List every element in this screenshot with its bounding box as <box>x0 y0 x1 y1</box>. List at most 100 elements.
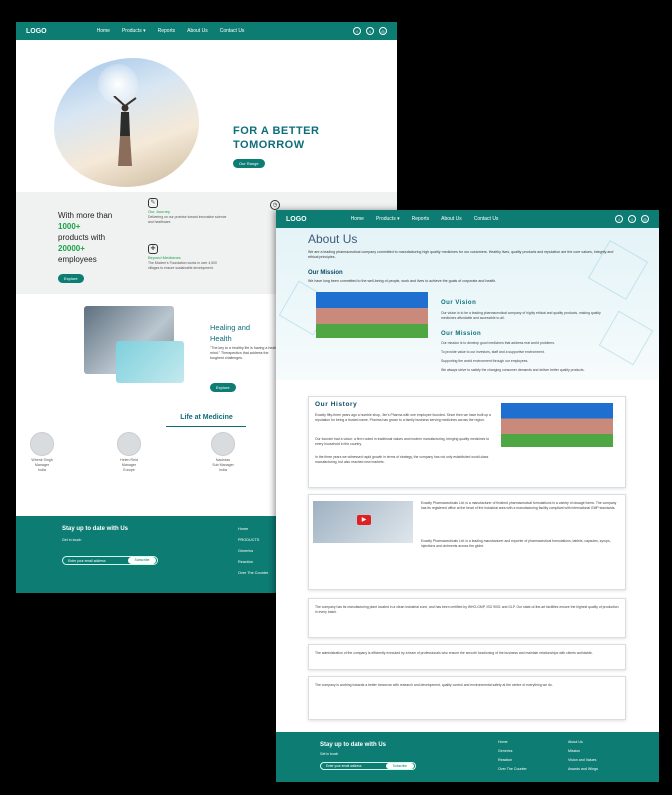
subscribe-button[interactable]: Subscribe <box>386 763 414 769</box>
footer-links: Home PRODUCTS Generics Reaction Over The… <box>238 524 268 579</box>
info-card: The company has its manufacturing plant … <box>308 598 626 638</box>
building-image <box>316 292 428 338</box>
stats-line3: products with <box>58 233 106 242</box>
footer-link[interactable]: Generics <box>238 546 268 557</box>
facebook-icon[interactable]: f <box>615 215 623 223</box>
feature-title: Our Journey <box>148 209 171 214</box>
twitter-icon[interactable]: t <box>366 27 374 35</box>
feature-journey: ✎ Our Journey Delivering on our promise … <box>148 198 228 224</box>
footer-link[interactable]: Mission <box>568 747 598 756</box>
mission-point: Supporting the world environment through… <box>441 359 529 363</box>
stats-line5: employees <box>58 255 97 264</box>
footer-link[interactable]: Reaction <box>498 756 527 765</box>
nav-link-products[interactable]: Products ▾ <box>122 28 146 34</box>
hero-title-line1: FOR A BETTER <box>233 125 320 137</box>
nav-link-home[interactable]: Home <box>351 216 364 222</box>
social-icons: f t ◎ <box>615 215 649 223</box>
about-intro: We are a leading pharmaceutical company … <box>308 250 614 259</box>
subscribe-button[interactable]: Subscribe <box>128 557 156 564</box>
person-place: Europe <box>123 468 135 472</box>
hero-title: FOR A BETTER TOMORROW <box>233 124 319 152</box>
hero-image <box>54 58 199 187</box>
social-icons: f t ◎ <box>353 27 387 35</box>
footer-link[interactable]: Generics <box>498 747 527 756</box>
healing-title-line2: Health <box>210 334 232 343</box>
hero-title-line2: TOMORROW <box>233 139 305 151</box>
our-mission-text: We have long been committed to the well-… <box>308 279 497 283</box>
footer-link[interactable]: About Us <box>568 738 598 747</box>
feature-text: The Modern's Foundation works in over 4,… <box>148 261 217 270</box>
feature-beyond-medicines: ✚ Beyond Medicines The Modern's Foundati… <box>148 244 228 270</box>
medicine-icon: ✚ <box>148 244 158 254</box>
screenshot-frame: LOGO Home Products ▾ Reports About Us Co… <box>0 0 672 795</box>
feature-text: Delivering on our promise toward innovat… <box>148 215 227 224</box>
footer-subtitle: Get in touch <box>320 752 339 756</box>
healing-text: "The key to a healthy life is having a h… <box>210 346 280 360</box>
footer-title: Stay up to date with Us <box>62 526 129 532</box>
title-divider <box>166 426 246 427</box>
nav-link-contact[interactable]: Contact Us <box>474 216 499 222</box>
journey-icon: ✎ <box>148 198 158 208</box>
logo[interactable]: LOGO <box>286 216 307 223</box>
clock-icon: ◷ <box>270 200 280 210</box>
our-range-button[interactable]: Our Range <box>233 159 265 168</box>
footer-title: Stay up to date with Us <box>320 742 387 748</box>
video-thumbnail[interactable]: ▶ <box>313 501 413 543</box>
nav-link-contact[interactable]: Contact Us <box>220 28 245 34</box>
person-place: India <box>219 468 227 472</box>
nav-link-about[interactable]: About Us <box>441 216 462 222</box>
page-title: About Us <box>308 232 358 246</box>
vision-text: Our vision is to be a leading pharmaceut… <box>441 311 601 320</box>
nav-links: Home Products ▾ Reports About Us Contact… <box>97 28 353 34</box>
play-icon[interactable]: ▶ <box>357 515 371 525</box>
footer-link[interactable]: Over The Counter <box>238 568 268 579</box>
avatar <box>30 432 54 456</box>
healing-explore-button[interactable]: Explore <box>210 383 236 392</box>
mission-point: Our mission is to develop good medicines… <box>441 341 555 345</box>
top-nav: LOGO Home Products ▾ Reports About Us Co… <box>16 22 397 40</box>
footer-link[interactable]: Home <box>498 738 527 747</box>
video-card: ▶ Exactly Pharmaceuticals Ltd. is a manu… <box>308 494 626 590</box>
footer-link[interactable]: PRODUCTS <box>238 535 268 546</box>
nav-link-about[interactable]: About Us <box>187 28 208 34</box>
nav-link-home[interactable]: Home <box>97 28 110 34</box>
footer-link[interactable]: Vision and Values <box>568 756 598 765</box>
avatar <box>211 432 235 456</box>
page-about-us: LOGO Home Products ▾ Reports About Us Co… <box>276 210 659 782</box>
mission-point: We always strive to satisfy the changing… <box>441 368 585 372</box>
hero-section: FOR A BETTER TOMORROW Our Range <box>16 40 397 192</box>
footer: Stay up to date with Us Get in touch Ent… <box>276 732 659 782</box>
stats-employees-count: 20000+ <box>58 244 85 253</box>
nav-link-reports[interactable]: Reports <box>158 28 176 34</box>
footer-link[interactable]: Awards and Wings <box>568 765 598 774</box>
person-card[interactable]: Nachdas Sub Manager India <box>203 432 243 473</box>
about-band: About Us We are a leading pharmaceutical… <box>276 228 659 380</box>
footer-link[interactable]: Reaction <box>238 557 268 568</box>
info-card-text: The administration of the company is eff… <box>315 651 593 655</box>
vision-title: Our Vision <box>441 300 477 306</box>
building-image <box>501 403 613 447</box>
healing-title: Healing and Health <box>210 322 250 344</box>
info-card-text: The company is working towards a better … <box>315 683 553 687</box>
history-title: Our History <box>315 401 358 408</box>
footer-link[interactable]: Over The Counter <box>498 765 527 774</box>
hexagon-pattern <box>587 239 649 301</box>
instagram-icon[interactable]: ◎ <box>641 215 649 223</box>
instagram-icon[interactable]: ◎ <box>379 27 387 35</box>
twitter-icon[interactable]: t <box>628 215 636 223</box>
mission-point: To provide value to our investors, staff… <box>441 350 545 354</box>
facebook-icon[interactable]: f <box>353 27 361 35</box>
history-paragraph: Exactly fifty-three years ago a humble s… <box>315 413 491 422</box>
nav-link-reports[interactable]: Reports <box>412 216 430 222</box>
capsules-image <box>116 341 184 383</box>
person-card[interactable]: Helen Reid Manager Europe <box>109 432 149 473</box>
footer-link[interactable]: Home <box>238 524 268 535</box>
person-card[interactable]: Whenk Singh Manager India <box>22 432 62 473</box>
history-card: Our History Exactly fifty-three years ag… <box>308 396 626 488</box>
explore-button[interactable]: Explore <box>58 274 84 283</box>
nav-links: Home Products ▾ Reports About Us Contact… <box>351 216 615 222</box>
stats-line1: With more than <box>58 211 113 220</box>
logo[interactable]: LOGO <box>26 28 47 35</box>
footer-links: About Us Mission Vision and Values Award… <box>568 738 598 774</box>
nav-link-products[interactable]: Products ▾ <box>376 216 400 222</box>
